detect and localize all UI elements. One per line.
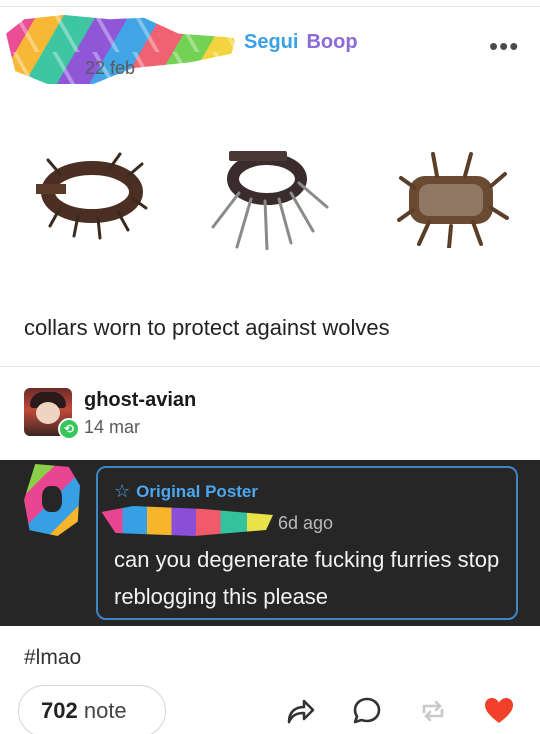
- notes-label: note: [83, 698, 127, 723]
- reblog-badge-icon: ⟲: [58, 418, 80, 440]
- avatar-face: [36, 402, 60, 424]
- post-authors: Segui Boop: [244, 31, 358, 54]
- star-icon: ☆: [114, 481, 131, 501]
- reblog-icon[interactable]: [416, 694, 450, 728]
- comment-icon[interactable]: [350, 694, 384, 728]
- post-caption: collars worn to protect against wolves: [24, 315, 390, 340]
- op-badge-label: Original Poster: [136, 482, 259, 501]
- author-link-secondary[interactable]: Boop: [306, 31, 357, 53]
- author-link-primary[interactable]: Segui: [244, 31, 298, 53]
- reply-timestamp: 6d ago: [278, 513, 334, 533]
- collar-image-1: [30, 150, 150, 240]
- post-tag[interactable]: #lmao: [24, 646, 81, 670]
- notes-count: 702: [41, 698, 78, 723]
- censored-reply-avatar[interactable]: [24, 464, 80, 536]
- notes-button[interactable]: 702 note: [18, 685, 166, 734]
- top-divider: [0, 6, 540, 7]
- section-divider: [0, 366, 540, 367]
- collar-image-3: [395, 148, 510, 248]
- like-heart-icon[interactable]: [482, 694, 516, 728]
- more-dots-icon[interactable]: •••: [489, 33, 519, 59]
- reblogger-name[interactable]: ghost-avian: [84, 389, 196, 412]
- collar-image-2: [205, 145, 330, 250]
- share-icon[interactable]: [283, 694, 317, 728]
- original-poster-badge: ☆ Original Poster: [114, 481, 258, 502]
- reblog-date: 14 mar: [84, 417, 141, 437]
- post-date: 22 feb: [85, 58, 136, 78]
- reply-text: can you degenerate fucking furries stop …: [114, 547, 500, 609]
